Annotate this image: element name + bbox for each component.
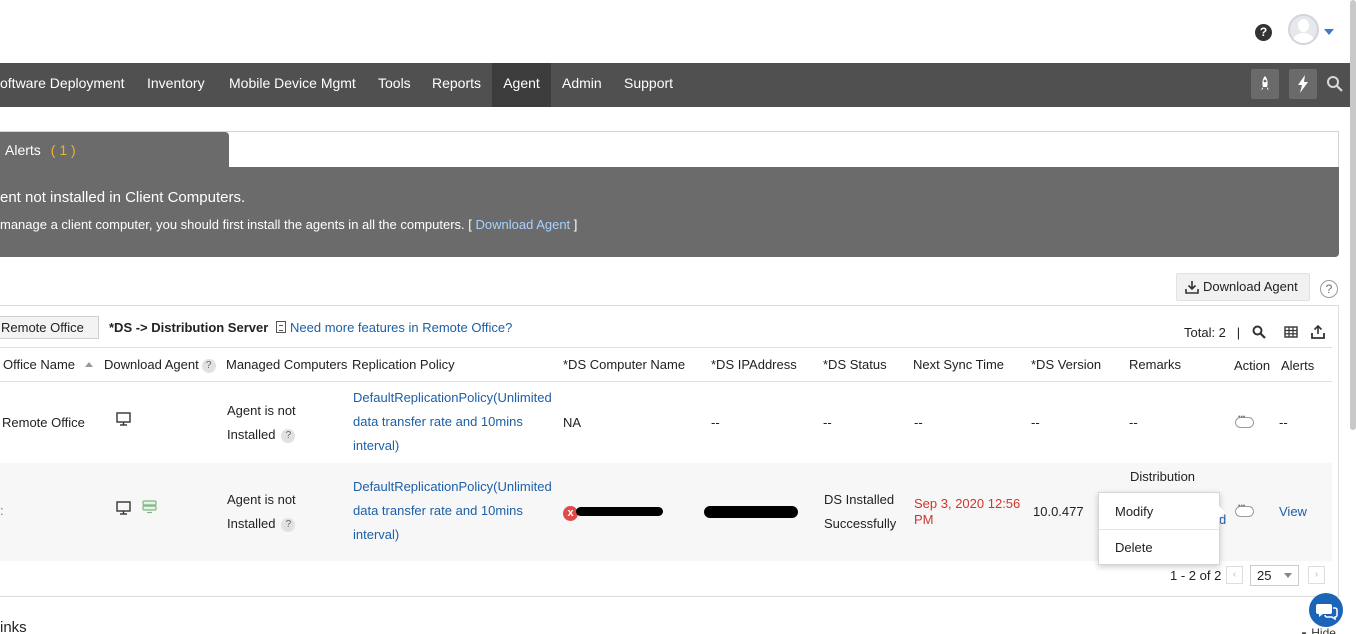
nav-item-inventory[interactable]: Inventory <box>136 63 216 107</box>
chat-icon <box>1316 604 1338 621</box>
column-managed-computers: Managed Computers <box>226 357 348 372</box>
ds-status-line1: DS Installed <box>824 492 895 507</box>
chevron-down-icon[interactable] <box>1324 29 1334 35</box>
menu-pointer <box>1218 505 1225 519</box>
export-icon[interactable] <box>1311 325 1325 339</box>
help-icon[interactable]: ? <box>201 359 216 373</box>
main-nav: oftware Deployment Inventory Mobile Devi… <box>0 63 1356 107</box>
next-sync-time: -- <box>914 415 923 430</box>
columns-icon[interactable] <box>1284 325 1298 339</box>
ds-status: -- <box>823 415 832 430</box>
nav-item-agent[interactable]: Agent <box>492 63 551 107</box>
help-icon[interactable]: ? <box>281 518 296 532</box>
next-page-button[interactable]: › <box>1308 566 1325 584</box>
links-section-title: inks <box>0 619 27 634</box>
more-actions-icon[interactable] <box>1235 414 1254 428</box>
column-ds-status: *DS Status <box>823 357 887 372</box>
replication-policy-link[interactable]: DefaultReplicationPolicy(Unlimited data t… <box>353 475 552 547</box>
row-alerts: -- <box>1279 415 1288 430</box>
ds-legend: *DS -> Distribution Server <box>109 320 269 335</box>
alerts-tab-label: Alerts <box>5 142 41 158</box>
column-remarks: Remarks <box>1129 357 1182 372</box>
alerts-count: ( 1 ) <box>50 142 76 158</box>
monitor-icon[interactable] <box>116 501 131 515</box>
menu-item-modify[interactable]: Modify <box>1099 494 1219 529</box>
download-agent-button[interactable]: Download Agent <box>1176 273 1310 301</box>
office-name: : <box>0 503 4 518</box>
help-icon[interactable]: ? <box>1255 24 1272 41</box>
managed-status-line1: Agent is not <box>227 403 296 418</box>
user-avatar[interactable] <box>1288 14 1319 45</box>
ds-ipaddress: -- <box>711 415 720 430</box>
page-scrollbar[interactable] <box>1350 0 1356 430</box>
document-icon <box>276 321 286 333</box>
remarks: -- <box>1129 415 1138 430</box>
prev-page-button[interactable]: ‹ <box>1226 566 1243 584</box>
search-icon[interactable] <box>1326 75 1344 93</box>
action-context-menu: Modify Delete <box>1098 492 1220 565</box>
next-sync-time-line1: Sep 3, 2020 12:56 <box>914 496 1021 511</box>
ds-status-line2: Successfully <box>824 516 897 531</box>
column-download-agent: Download Agent? <box>104 357 216 373</box>
help-icon[interactable]: ? <box>281 429 296 443</box>
search-icon[interactable] <box>1252 325 1266 339</box>
top-header: ? <box>0 0 1356 63</box>
column-ds-version: *DS Version <box>1031 357 1102 372</box>
column-alerts: Alerts <box>1281 358 1315 373</box>
column-next-sync-time: Next Sync Time <box>913 357 1005 372</box>
chat-button[interactable] <box>1309 593 1343 627</box>
total-count: Total: 2 | <box>1184 325 1241 340</box>
managed-status-line2: Installed? <box>227 427 296 443</box>
column-office-name[interactable]: Office Name <box>3 357 94 372</box>
redacted-ip-address <box>704 506 798 518</box>
monitor-icon[interactable] <box>116 412 131 426</box>
features-link[interactable]: Need more features in Remote Office? <box>276 320 512 335</box>
replication-policy-link[interactable]: DefaultReplicationPolicy(Unlimited data t… <box>353 386 552 458</box>
nav-item-support[interactable]: Support <box>613 63 684 107</box>
nav-item-admin[interactable]: Admin <box>551 63 613 107</box>
pagination-range: 1 - 2 of 2 <box>1170 568 1222 583</box>
server-icon[interactable] <box>142 500 157 514</box>
office-name: Remote Office <box>2 415 85 430</box>
bolt-icon[interactable] <box>1289 69 1317 99</box>
column-replication-policy: Replication Policy <box>352 357 455 372</box>
hide-toggle[interactable]: ▼ Hide <box>1300 626 1336 634</box>
help-icon[interactable]: ? <box>1320 280 1338 298</box>
page-size-select[interactable]: 25 <box>1250 565 1299 586</box>
alert-description: manage a client computer, you should fir… <box>0 217 578 232</box>
managed-status-line2: Installed? <box>227 516 296 532</box>
redacted-computer-name <box>576 507 663 516</box>
managed-status-line1: Agent is not <box>227 492 296 507</box>
alert-title: ent not installed in Client Computers. <box>0 189 246 206</box>
alert-panel: ent not installed in Client Computers. m… <box>0 167 1339 257</box>
nav-item-software-deployment[interactable]: oftware Deployment <box>0 63 136 107</box>
chevron-down-icon <box>1284 573 1292 578</box>
column-ds-computer-name: *DS Computer Name <box>563 357 686 372</box>
rocket-icon[interactable] <box>1251 69 1279 99</box>
nav-item-tools[interactable]: Tools <box>367 63 422 107</box>
download-icon <box>1185 281 1199 294</box>
table-header: Office Name Download Agent? Managed Comp… <box>0 347 1332 382</box>
nav-item-mobile-device-mgmt[interactable]: Mobile Device Mgmt <box>218 63 367 107</box>
column-ds-ipaddress: *DS IPAddress <box>711 357 797 372</box>
alerts-tab[interactable]: Alerts ( 1 ) <box>0 132 229 168</box>
column-action: Action <box>1234 358 1271 373</box>
view-alerts-link[interactable]: View <box>1279 504 1307 519</box>
menu-item-delete[interactable]: Delete <box>1099 530 1219 565</box>
more-actions-icon[interactable] <box>1235 503 1254 517</box>
table-row: Remote Office Agent is not Installed? De… <box>0 382 1332 463</box>
ds-version: 10.0.477 <box>1033 504 1084 519</box>
sort-up-icon[interactable] <box>85 362 94 367</box>
ds-version: -- <box>1031 415 1040 430</box>
nav-item-reports[interactable]: Reports <box>421 63 492 107</box>
remarks-line1: Distribution <box>1130 469 1196 484</box>
download-agent-link[interactable]: Download Agent <box>475 217 570 232</box>
next-sync-time-line2: PM <box>914 512 934 527</box>
tab-remote-office[interactable]: Remote Office <box>0 316 99 339</box>
ds-computer-name: NA <box>563 415 582 430</box>
